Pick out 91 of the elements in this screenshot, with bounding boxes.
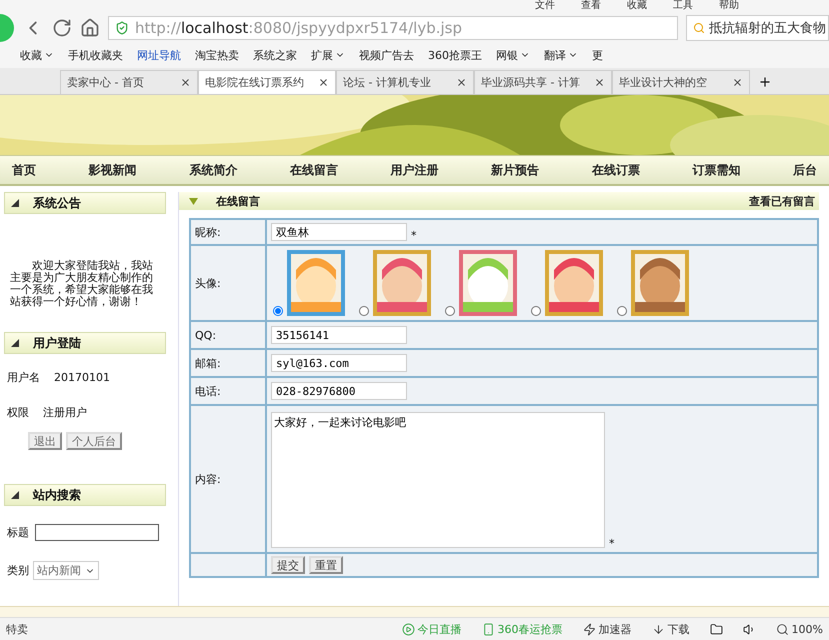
field-label: 邮箱: [191, 350, 267, 378]
new-tab-icon[interactable] [758, 75, 772, 89]
input-field[interactable]: syl@163.com [271, 354, 407, 372]
shield-icon [115, 20, 129, 34]
bookmark-item[interactable]: 扩展 [311, 48, 345, 62]
bookmark-item[interactable]: 收藏 [20, 48, 54, 62]
zoom-icon [776, 622, 789, 636]
input-field[interactable]: 028-82976800 [271, 382, 407, 400]
browser-tab[interactable]: 卖家中心 - 首页 [60, 70, 198, 94]
field-value: 20170101 [54, 371, 110, 384]
bookmark-item[interactable]: 网银 [496, 48, 530, 62]
section-header: 用户登陆 [4, 332, 166, 354]
field-label: 用户名 [7, 370, 40, 385]
reload-icon[interactable] [52, 18, 72, 38]
form-button[interactable]: 重置 [309, 556, 343, 574]
required-mark: * [411, 229, 416, 242]
nav-link[interactable]: 首页 [12, 162, 36, 178]
status-icon [582, 622, 596, 636]
nav-link[interactable]: 后台 [793, 162, 817, 178]
section-header: 站内搜索 [4, 484, 166, 506]
nav-link[interactable]: 在线订票 [592, 162, 640, 178]
field-label: 昵称: [191, 220, 267, 246]
browser-tab[interactable]: 毕业源码共享 - 计算 [474, 70, 612, 94]
section-header: 系统公告 [4, 192, 166, 214]
required-mark: * [609, 537, 614, 550]
menu-item[interactable]: 帮助 [719, 0, 739, 13]
messages-link[interactable]: 查看已有留言 [749, 194, 815, 208]
title-field[interactable] [35, 524, 159, 541]
avatar-radio[interactable] [273, 306, 283, 316]
avatar-radio[interactable] [359, 306, 369, 316]
status-icon [482, 622, 495, 636]
field-label: 电话: [191, 378, 267, 406]
nav-link[interactable]: 用户注册 [390, 162, 438, 178]
nav-link[interactable]: 系统简介 [189, 162, 238, 178]
nav-link[interactable]: 新片预告 [491, 162, 540, 178]
search-field[interactable]: 抵抗辐射的五大食物 [686, 14, 829, 40]
close-icon[interactable] [318, 77, 329, 88]
nickname-field[interactable]: 双鱼林 [271, 223, 407, 241]
triangle-icon [11, 199, 19, 207]
notice-text: 欢迎大家登陆我站，我站主要是为广大朋友精心制作的一个系统，希望大家能够在我站获得一个好心情，谢谢！ [10, 260, 154, 308]
address-field[interactable]: http://localhost:8080/jspyydpxr5174/lyb.jsp [108, 16, 678, 40]
close-icon[interactable] [594, 77, 605, 88]
field-label: 权限 [7, 405, 29, 420]
section-header: 在线留言 查看已有留言 [179, 192, 819, 210]
field-label: 头像: [191, 246, 267, 322]
form-button[interactable]: 提交 [271, 556, 305, 574]
category-select[interactable]: 站内新闻 [33, 561, 99, 580]
menu-item[interactable]: 查看 [581, 0, 601, 13]
nav-link[interactable]: 订票需知 [692, 162, 740, 178]
field-label: 标题 [7, 525, 29, 540]
nav-link[interactable]: 在线留言 [290, 162, 338, 178]
field-label: 内容: [191, 406, 267, 554]
status-icon [402, 622, 415, 636]
field-label: QQ: [191, 322, 267, 350]
folder-icon[interactable] [710, 622, 723, 636]
bookmark-item[interactable]: 系统之家 [253, 48, 297, 62]
avatar-radio[interactable] [617, 306, 627, 316]
bookmark-item[interactable]: 网址导航 [137, 48, 181, 62]
content-field[interactable]: 大家好，一起来讨论电影吧 [271, 412, 605, 548]
status-item[interactable]: 加速器 [582, 622, 632, 636]
close-icon[interactable] [456, 77, 467, 88]
nav-link[interactable]: 影视新闻 [88, 162, 137, 178]
browser-tab[interactable]: 电影院在线订票系约 [198, 70, 336, 94]
avatar-radio[interactable] [531, 306, 541, 316]
status-icon [652, 622, 665, 636]
browser-tab[interactable]: 论坛 - 计算机专业 [336, 70, 474, 94]
close-icon[interactable] [180, 77, 191, 88]
browser-tab[interactable]: 毕业设计大神的空 [612, 70, 750, 94]
bookmark-item[interactable]: 翻译 [544, 48, 578, 62]
bookmark-item[interactable]: 视频广告去 [359, 48, 414, 62]
menu-item[interactable]: 工具 [673, 0, 693, 13]
login-button[interactable]: 退出 [28, 432, 62, 450]
triangle-icon [11, 491, 19, 499]
field-value: 注册用户 [43, 405, 87, 420]
avatar-radio[interactable] [445, 306, 455, 316]
status-item[interactable]: 下载 [652, 622, 690, 636]
close-icon[interactable] [732, 77, 743, 88]
bookmark-item[interactable]: 手机收藏夹 [68, 48, 123, 62]
zoom-level[interactable]: 100% [776, 622, 823, 636]
status-text[interactable]: 特卖 [6, 622, 28, 636]
search-icon [693, 22, 705, 34]
bookmark-item[interactable]: 更 [592, 48, 603, 62]
input-field[interactable]: 35156141 [271, 326, 407, 344]
triangle-icon [11, 339, 19, 347]
bookmark-item[interactable]: 360抢票王 [428, 48, 482, 62]
triangle-icon [189, 198, 198, 204]
menu-item[interactable]: 收藏 [627, 0, 647, 13]
home-icon[interactable] [80, 18, 100, 38]
bookmark-item[interactable]: 淘宝热卖 [195, 48, 239, 62]
login-button[interactable]: 个人后台 [66, 432, 122, 450]
field-label: 类别 [7, 563, 29, 578]
